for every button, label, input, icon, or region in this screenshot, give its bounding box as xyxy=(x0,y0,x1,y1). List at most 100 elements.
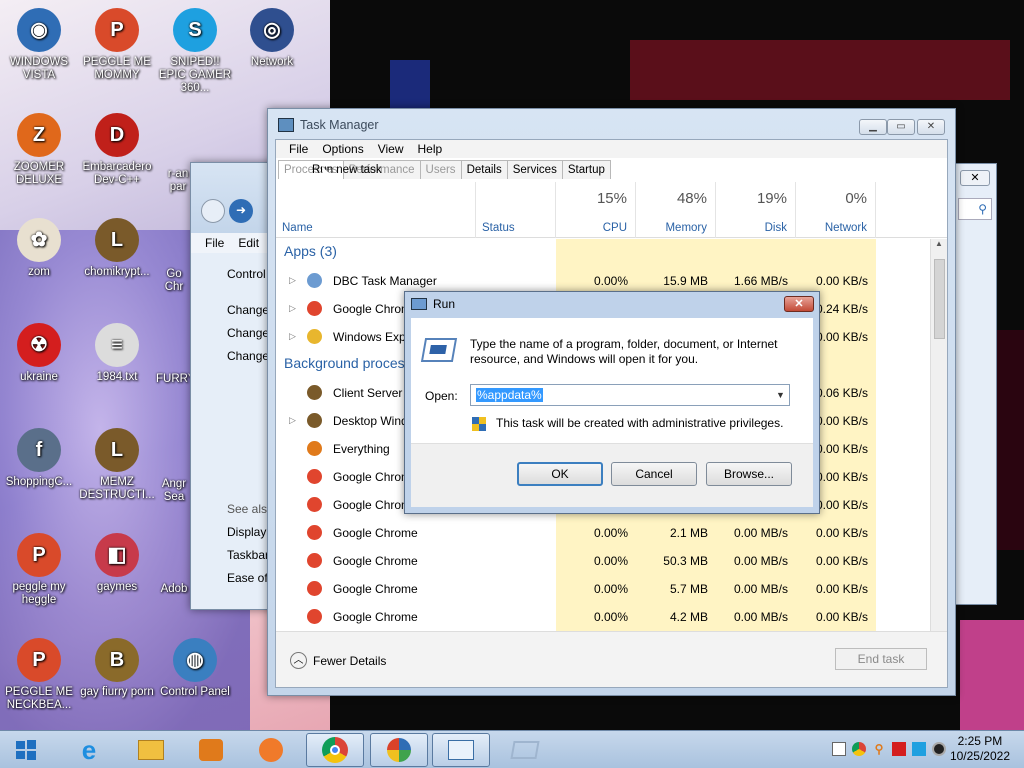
expand-icon[interactable]: ▷ xyxy=(289,275,296,286)
tab-startup[interactable]: Startup xyxy=(561,160,611,179)
col-disk[interactable]: 19% Disk xyxy=(716,182,796,238)
col-network[interactable]: 0% Network xyxy=(796,182,876,238)
process-row[interactable]: Google Chrome 0.00% 5.7 MB 0.00 MB/s 0.00 KB… xyxy=(276,575,929,603)
process-icon xyxy=(307,553,322,568)
close-icon[interactable]: ✕ xyxy=(960,170,990,186)
open-input-value[interactable]: %appdata% xyxy=(476,388,543,402)
cp-link-change[interactable]: Change xyxy=(227,345,269,368)
run-taskbar-icon[interactable] xyxy=(496,733,554,767)
menu-file[interactable]: File xyxy=(282,142,315,156)
desktop-icon[interactable]: ◍ Control Panel xyxy=(156,638,234,699)
menu-help[interactable]: Help xyxy=(411,142,450,156)
end-task-button[interactable]: End task xyxy=(835,648,927,670)
expand-icon[interactable]: ▷ xyxy=(289,415,296,426)
desktop-icon[interactable]: Ppeggle my heggle xyxy=(0,533,78,607)
internet-explorer-icon[interactable]: e xyxy=(60,733,118,767)
process-name: Google Chrome xyxy=(333,526,418,540)
file-explorer-icon[interactable] xyxy=(122,733,180,767)
tab-users[interactable]: Users xyxy=(419,160,462,179)
apps-group-header: Apps (3) xyxy=(284,243,337,259)
forward-icon[interactable]: ➜ xyxy=(229,199,253,223)
control-panel-taskbar-icon[interactable] xyxy=(370,733,428,767)
expand-icon[interactable]: ▷ xyxy=(289,331,296,342)
tray-flag-icon[interactable] xyxy=(892,742,906,756)
run-close-button[interactable]: ✕ xyxy=(784,296,814,312)
cancel-button[interactable]: Cancel xyxy=(611,462,697,486)
process-icon xyxy=(307,385,322,400)
menu-view[interactable]: View xyxy=(371,142,411,156)
start-button[interactable] xyxy=(0,733,52,767)
desktop-icon[interactable]: D Embarcadero Dev-C++ xyxy=(78,113,156,187)
desktop-icon[interactable]: ◉ WINDOWS VISTA xyxy=(0,8,78,82)
maximize-button[interactable]: ▭ xyxy=(887,119,915,135)
desktop-icon-partial-label[interactable]: Angr Sea xyxy=(156,478,192,504)
task-manager-icon xyxy=(278,118,294,132)
open-input[interactable]: %appdata% ▼ xyxy=(470,384,790,406)
desktop-icon-image: P xyxy=(95,8,139,52)
tab-services[interactable]: Services xyxy=(506,160,563,179)
tray-white-icon[interactable] xyxy=(832,742,846,756)
desktop-icon-image: ☢ xyxy=(17,323,61,367)
control-panel-window-right-edge[interactable]: ✕ ⚲ xyxy=(955,163,997,605)
desktop-icon-partial-label[interactable]: Adob xyxy=(156,583,192,596)
desktop-icon[interactable]: ✿ zom xyxy=(0,218,78,279)
tray-search-icon[interactable]: ⚲ xyxy=(872,742,886,756)
menu-options[interactable]: Options xyxy=(315,142,370,156)
search-icon[interactable]: ⚲ xyxy=(958,198,992,220)
browse-button[interactable]: Browse... xyxy=(706,462,792,486)
run-dialog[interactable]: Run ✕ Type the name of a program, folder… xyxy=(404,291,820,514)
desktop-icon-label: Control Panel xyxy=(160,686,230,698)
desktop-icon[interactable]: P PEGGLE ME NECKBEA... xyxy=(0,638,78,712)
uc-browser-icon[interactable] xyxy=(242,733,300,767)
desktop-icon[interactable]: ≡ 1984.txt xyxy=(78,323,156,384)
tray-chrome-icon[interactable] xyxy=(852,742,866,756)
desktop-icon-image: L xyxy=(95,428,139,472)
desktop-icon[interactable]: L MEMZ DESTRUCTI... xyxy=(78,428,156,502)
cp-link-change[interactable]: Change xyxy=(227,322,269,345)
cpu-percent: 15% xyxy=(596,190,627,207)
process-row[interactable]: Google Chrome 0.00% 50.3 MB 0.00 MB/s 0.00 K… xyxy=(276,547,929,575)
desktop-icon[interactable]: ◎ Network xyxy=(233,8,311,69)
process-row[interactable]: Google Chrome 0.00% 2.1 MB 0.00 MB/s 0.00 KB… xyxy=(276,519,929,547)
desktop-icon[interactable]: Lchomikrypt... xyxy=(78,218,156,279)
scrollbar-thumb[interactable] xyxy=(934,259,945,339)
col-status[interactable]: Status xyxy=(476,182,556,238)
clock-date: 10/25/2022 xyxy=(949,749,1010,763)
desktop-icon[interactable]: P PEGGLE ME MOMMY xyxy=(78,8,156,82)
vertical-scrollbar[interactable]: ▲ ▼ xyxy=(930,239,947,639)
desktop-icon[interactable]: S SNIPED!! EPIC GAMER 360... xyxy=(156,8,234,95)
cp-menu-edit[interactable]: Edit xyxy=(238,233,259,253)
desktop-icon[interactable]: ◧ gaymes xyxy=(78,533,156,594)
task-manager-taskbar-icon[interactable] xyxy=(432,733,490,767)
media-player-icon[interactable] xyxy=(182,733,240,767)
cp-link-control[interactable]: Control xyxy=(227,263,269,286)
process-icon xyxy=(307,469,322,484)
process-icon xyxy=(307,581,322,596)
col-name[interactable]: Name xyxy=(276,182,476,238)
scroll-up-icon[interactable]: ▲ xyxy=(931,239,947,248)
fewer-details-button[interactable]: ︿ Fewer Details xyxy=(290,652,386,669)
tray-monitor-icon[interactable] xyxy=(912,742,926,756)
desktop-icon-partial-label[interactable]: FURRY xyxy=(156,373,195,386)
ok-button[interactable]: OK xyxy=(517,462,603,486)
desktop-icon[interactable]: f ShoppingC... xyxy=(0,428,78,489)
col-cpu[interactable]: 15% CPU xyxy=(556,182,636,238)
minimize-button[interactable]: ▁ xyxy=(859,119,887,135)
col-memory[interactable]: 48% Memory xyxy=(636,182,716,238)
process-row[interactable]: Google Chrome 0.00% 4.2 MB 0.00 MB/s 0.00 KB… xyxy=(276,603,929,631)
chrome-taskbar-icon[interactable] xyxy=(306,733,364,767)
close-button[interactable]: ✕ xyxy=(917,119,945,135)
desktop-icon[interactable]: Bgay fiurry porn xyxy=(78,638,156,699)
back-icon[interactable] xyxy=(201,199,225,223)
desktop-icon[interactable]: Z ZOOMER DELUXE xyxy=(0,113,78,187)
clock[interactable]: 2:25 PM 10/25/2022 xyxy=(950,734,1010,764)
tab-details[interactable]: Details xyxy=(460,160,508,179)
tray-volume-icon[interactable] xyxy=(932,742,946,756)
desktop-icon[interactable]: ☢ ukraine xyxy=(0,323,78,384)
desktop-icon-partial-label[interactable]: Go Chr xyxy=(156,268,192,294)
cp-menu-file[interactable]: File xyxy=(205,233,224,253)
tm-title: Task Manager xyxy=(300,118,379,132)
cp-link-change[interactable]: Change xyxy=(227,299,269,322)
chevron-down-icon[interactable]: ▼ xyxy=(772,385,789,405)
expand-icon[interactable]: ▷ xyxy=(289,303,296,314)
